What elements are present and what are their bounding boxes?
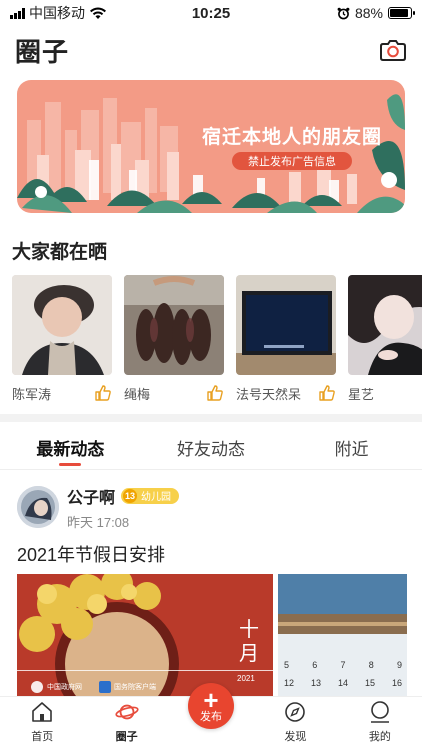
nav-discover[interactable]: 发现 — [253, 697, 337, 750]
nav-me[interactable]: 我的 — [338, 697, 422, 750]
home-icon — [30, 700, 54, 724]
month-label: 十 月 — [239, 619, 259, 665]
post-image-1[interactable]: 十 月 2021 中国政府网 国务院客户端 — [17, 574, 273, 696]
tab-latest[interactable]: 最新动态 — [0, 425, 141, 469]
source-label-1: 中国政府网 — [47, 684, 82, 691]
showcase-list: 陈军涛 绳梅 法号天然呆 星艺 — [12, 275, 422, 405]
wifi-icon — [90, 7, 106, 19]
status-bar: 中国移动 10:25 88% — [0, 0, 422, 26]
showcase-card[interactable]: 陈军涛 — [12, 275, 112, 405]
post-meta: 公子啊 13 幼儿园 昨天 17:08 — [67, 484, 180, 531]
calendar-row-2: 12 13 14 15 16 — [284, 678, 402, 688]
nav-home-label: 首页 — [31, 731, 54, 743]
showcase-photo[interactable] — [12, 275, 112, 375]
banner-title: 宿迁本地人的朋友圈 — [201, 127, 382, 148]
showcase-photo[interactable] — [348, 275, 422, 375]
post-image-2[interactable]: 56789 12 13 14 15 16 — [278, 574, 407, 696]
tab-friends[interactable]: 好友动态 — [141, 425, 282, 469]
battery-icon — [388, 7, 415, 19]
signal-icon — [10, 7, 25, 19]
feed-tabs: 最新动态 好友动态 附近 — [0, 425, 422, 470]
level-number: 13 — [123, 488, 138, 503]
year-label: 2021 — [237, 674, 255, 683]
name-line: 公子啊 13 幼儿园 — [67, 484, 180, 508]
publish-label: 发布 — [200, 711, 223, 723]
planet-icon — [115, 700, 139, 724]
nav-me-label: 我的 — [368, 731, 391, 743]
showcase-photo[interactable] — [236, 275, 336, 375]
level-badge: 13 幼儿园 — [121, 487, 180, 504]
post-header: 公子啊 13 幼儿园 昨天 17:08 — [17, 484, 407, 530]
plus-icon: + — [203, 685, 219, 715]
banner-subtitle: 禁止发布广告信息 — [232, 152, 352, 170]
post-title[interactable]: 2021年节假日安排 — [17, 541, 165, 567]
showcase-author: 法号天然呆 — [236, 386, 302, 402]
level-label: 幼儿园 — [141, 492, 172, 503]
nav-circle-label: 圈子 — [115, 731, 138, 743]
tab-nearby[interactable]: 附近 — [281, 425, 422, 469]
alarm-icon — [337, 7, 350, 19]
thumbs-up-icon[interactable] — [318, 384, 336, 402]
nav-discover-label: 发现 — [284, 731, 307, 743]
showcase-caption: 法号天然呆 — [236, 383, 336, 403]
showcase-card[interactable]: 法号天然呆 — [236, 275, 336, 405]
showcase-caption: 星艺 — [348, 383, 422, 403]
showcase-author: 星艺 — [348, 386, 375, 402]
source-label-2: 国务院客户端 — [114, 684, 156, 691]
camera-icon — [380, 40, 406, 61]
post-time: 昨天 17:08 — [67, 514, 130, 530]
post-images: 十 月 2021 中国政府网 国务院客户端 56789 12 13 14 15 16 — [17, 574, 407, 696]
nav-home[interactable]: 首页 — [0, 697, 84, 750]
section-divider — [0, 414, 422, 422]
publish-button[interactable]: + 发布 — [188, 683, 235, 729]
carrier-label: 中国移动 — [29, 5, 85, 21]
compass-icon — [283, 700, 307, 724]
thumbs-up-icon[interactable] — [206, 384, 224, 402]
user-icon — [368, 700, 392, 724]
header: 圈子 — [0, 30, 422, 70]
showcase-author: 绳梅 — [124, 386, 151, 402]
post-author[interactable]: 公子啊 — [67, 484, 115, 508]
page-title: 圈子 — [15, 36, 70, 67]
thumbs-up-icon[interactable] — [94, 384, 112, 402]
showcase-photo[interactable] — [124, 275, 224, 375]
avatar[interactable] — [17, 486, 59, 528]
status-left: 中国移动 — [10, 3, 150, 23]
battery-percent: 88% — [354, 5, 383, 21]
promo-banner[interactable]: 宿迁本地人的朋友圈 禁止发布广告信息 — [17, 80, 405, 213]
showcase-author: 陈军涛 — [12, 386, 52, 402]
status-right: 88% — [272, 5, 415, 21]
showcase-caption: 绳梅 — [124, 383, 224, 403]
showcase-heading: 大家都在晒 — [12, 242, 108, 263]
showcase-card[interactable]: 星艺 — [348, 275, 422, 405]
nav-publish[interactable]: + 发布 — [169, 683, 253, 750]
showcase-caption: 陈军涛 — [12, 383, 112, 403]
camera-button[interactable] — [379, 36, 407, 64]
calendar-row-1: 56789 — [284, 660, 402, 670]
nav-circle[interactable]: 圈子 — [84, 697, 168, 750]
status-time: 10:25 — [191, 4, 231, 22]
showcase-card[interactable]: 绳梅 — [124, 275, 224, 405]
bottom-nav: 首页 圈子 + 发布 发现 我的 — [0, 683, 422, 750]
